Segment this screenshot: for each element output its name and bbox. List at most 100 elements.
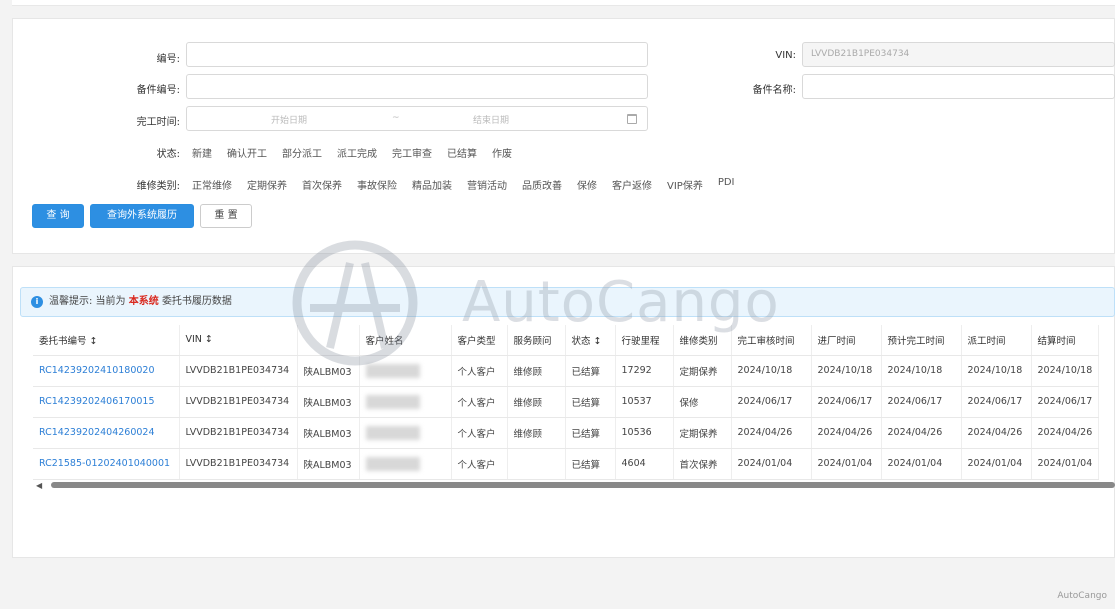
table-cell: 2024/01/04 bbox=[961, 448, 1032, 480]
code-label: 编号: bbox=[156, 54, 180, 65]
alert-prefix: 温馨提示: 当前为 bbox=[49, 296, 126, 307]
table-cell: 个人客户 bbox=[451, 417, 508, 449]
reset-button[interactable]: 重 置 bbox=[200, 204, 252, 228]
table-cell: 已结算 bbox=[565, 355, 616, 387]
calendar-icon bbox=[627, 114, 637, 124]
table-cell: 陕ALBM03 bbox=[297, 355, 360, 387]
alert-suffix: 委托书履历数据 bbox=[161, 296, 232, 307]
column-header: 客户姓名 bbox=[359, 325, 452, 356]
table-cell: 2024/06/17 bbox=[961, 386, 1032, 418]
repair-type-option[interactable]: 事故保险 bbox=[357, 177, 397, 192]
status-option[interactable]: 确认开工 bbox=[227, 145, 267, 160]
column-header: 派工时间 bbox=[961, 325, 1032, 356]
table-cell: 2024/04/26 bbox=[1031, 417, 1100, 449]
status-option[interactable]: 新建 bbox=[192, 145, 212, 160]
table-body: RC14239202410180020 LVVDB21B1PE034734 陕ALB… bbox=[33, 355, 1100, 480]
table-cell: 2024/04/26 bbox=[881, 417, 962, 449]
status-label: 状态: bbox=[156, 149, 180, 160]
status-option[interactable]: 部分派工 bbox=[282, 145, 322, 160]
order-number-link[interactable]: RC14239202410180020 bbox=[33, 355, 180, 387]
order-number-link[interactable]: RC21585-01202401040001 bbox=[33, 448, 180, 480]
horizontal-scrollbar[interactable]: ◀ bbox=[33, 480, 1115, 490]
table-cell: 10537 bbox=[615, 386, 674, 418]
finish-date-range[interactable]: 开始日期 ~ 结束日期 bbox=[186, 106, 648, 131]
order-number-link[interactable]: RC14239202406170015 bbox=[33, 386, 180, 418]
table-cell: 2024/01/04 bbox=[1031, 448, 1100, 480]
repair-type-option[interactable]: PDI bbox=[718, 177, 735, 192]
table-cell: 定期保养 bbox=[673, 355, 732, 387]
repair-type-option[interactable]: 客户返修 bbox=[612, 177, 652, 192]
table-cell bbox=[359, 417, 452, 449]
scrollbar-thumb[interactable] bbox=[51, 482, 1115, 488]
history-table: 委托书编号 ↕ VIN ↕ 客户姓名 客户类型 服务顾问 状态 ↕ 行驶里程 维修类别 完工审核… bbox=[33, 325, 1100, 480]
table-cell: 保修 bbox=[673, 386, 732, 418]
part-code-label: 备件编号: bbox=[136, 85, 180, 96]
order-number-link[interactable]: RC14239202404260024 bbox=[33, 417, 180, 449]
table-cell: 2024/01/04 bbox=[731, 448, 812, 480]
column-header[interactable]: 委托书编号 ↕ bbox=[33, 325, 180, 356]
redacted-customer-name bbox=[365, 394, 420, 409]
column-header: 预计完工时间 bbox=[881, 325, 962, 356]
table-cell: 陕ALBM03 bbox=[297, 417, 360, 449]
vin-label: VIN: bbox=[775, 50, 796, 61]
repair-type-option[interactable]: VIP保养 bbox=[667, 177, 703, 192]
table-row: RC14239202404260024 LVVDB21B1PE034734 陕ALB… bbox=[33, 417, 1100, 449]
part-code-input[interactable] bbox=[186, 74, 648, 99]
table-cell: 4604 bbox=[615, 448, 674, 480]
repair-type-label: 维修类别: bbox=[136, 181, 180, 192]
date-separator: ~ bbox=[392, 113, 400, 123]
table-row: RC14239202410180020 LVVDB21B1PE034734 陕ALB… bbox=[33, 355, 1100, 387]
repair-type-option[interactable]: 正常维修 bbox=[192, 177, 232, 192]
status-option[interactable]: 作废 bbox=[492, 145, 512, 160]
table-cell: 维修顾 bbox=[507, 355, 566, 387]
table-cell: 维修顾 bbox=[507, 386, 566, 418]
status-option[interactable]: 派工完成 bbox=[337, 145, 377, 160]
repair-type-option[interactable]: 精品加装 bbox=[412, 177, 452, 192]
table-cell: 2024/01/04 bbox=[881, 448, 962, 480]
status-option[interactable]: 已结算 bbox=[447, 145, 477, 160]
table-cell: 2024/04/26 bbox=[961, 417, 1032, 449]
table-cell: 2024/10/18 bbox=[881, 355, 962, 387]
repair-type-options: 正常维修 定期保养 首次保养 事故保险 精品加装 营销活动 品质改善 保修 客户返修 VIP保养 P… bbox=[192, 177, 750, 192]
table-cell: 个人客户 bbox=[451, 448, 508, 480]
table-cell: 个人客户 bbox=[451, 355, 508, 387]
status-option[interactable]: 完工审查 bbox=[392, 145, 432, 160]
top-bar bbox=[12, 0, 1115, 6]
query-external-button[interactable]: 查询外系统履历 bbox=[90, 204, 194, 228]
repair-type-option[interactable]: 定期保养 bbox=[247, 177, 287, 192]
code-input[interactable] bbox=[186, 42, 648, 67]
date-start-placeholder: 开始日期 bbox=[271, 116, 308, 126]
part-name-input[interactable] bbox=[802, 74, 1115, 99]
table-cell: 2024/06/17 bbox=[881, 386, 962, 418]
table-cell: LVVDB21B1PE034734 bbox=[179, 386, 298, 418]
table-cell: 2024/06/17 bbox=[731, 386, 812, 418]
scroll-left-icon[interactable]: ◀ bbox=[36, 481, 42, 490]
alert-highlight: 本系统 bbox=[128, 296, 159, 307]
date-end-placeholder: 结束日期 bbox=[473, 116, 510, 126]
vin-input[interactable]: LVVDB21B1PE034734 bbox=[802, 42, 1115, 67]
info-icon: i bbox=[31, 296, 43, 308]
table-row: RC14239202406170015 LVVDB21B1PE034734 陕ALB… bbox=[33, 386, 1100, 418]
table-cell: 2024/04/26 bbox=[731, 417, 812, 449]
column-header[interactable]: VIN ↕ bbox=[179, 325, 298, 356]
corner-watermark: AutoCango bbox=[1057, 591, 1107, 601]
table-cell bbox=[359, 355, 452, 387]
repair-type-option[interactable]: 品质改善 bbox=[522, 177, 562, 192]
table-cell: 2024/10/18 bbox=[731, 355, 812, 387]
table-cell bbox=[507, 448, 566, 480]
redacted-customer-name bbox=[365, 363, 420, 378]
repair-type-option[interactable]: 营销活动 bbox=[467, 177, 507, 192]
table-cell: 2024/10/18 bbox=[961, 355, 1032, 387]
table-cell: 2024/10/18 bbox=[1031, 355, 1100, 387]
table-cell: 个人客户 bbox=[451, 386, 508, 418]
repair-type-option[interactable]: 首次保养 bbox=[302, 177, 342, 192]
redacted-customer-name bbox=[365, 425, 420, 440]
query-button[interactable]: 查 询 bbox=[32, 204, 84, 228]
table-cell: 2024/06/17 bbox=[811, 386, 882, 418]
repair-type-option[interactable]: 保修 bbox=[577, 177, 597, 192]
table-cell: LVVDB21B1PE034734 bbox=[179, 417, 298, 449]
table-cell: 17292 bbox=[615, 355, 674, 387]
table-cell: 10536 bbox=[615, 417, 674, 449]
table-cell: 已结算 bbox=[565, 417, 616, 449]
table-cell: LVVDB21B1PE034734 bbox=[179, 448, 298, 480]
